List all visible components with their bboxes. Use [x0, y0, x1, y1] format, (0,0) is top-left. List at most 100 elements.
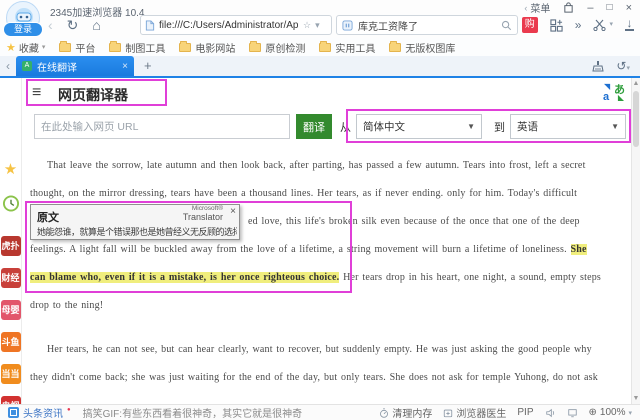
scissors-dropdown-icon: ▾	[609, 21, 613, 28]
page-title: 网页翻译器	[58, 87, 128, 103]
hamburger-menu-icon[interactable]: ≡	[32, 84, 41, 102]
page-file-icon	[145, 19, 155, 31]
scrollbar[interactable]: ▲ ▼	[631, 78, 640, 404]
bookmark-folder[interactable]: 原创检测	[249, 40, 305, 55]
fullscreen-monitor-icon[interactable]	[567, 408, 578, 418]
address-dropdown-icon[interactable]: ▾	[315, 20, 320, 31]
from-select-arrow-icon: ▼	[467, 122, 475, 131]
sidebar-site-tile[interactable]: 母婴	[0, 300, 21, 320]
tab-online-translate[interactable]: A 在线翻译 ×	[16, 56, 134, 76]
status-bar: 头条资讯 ● 搞笑GIF:有些东西看着很神奇，其实它就是很神奇 清理内存 浏览器…	[0, 404, 640, 420]
zoom-dropdown-icon: ▾	[628, 409, 632, 417]
favorites-button[interactable]: ★ 收藏 ▾	[6, 40, 45, 55]
more-tools-icon[interactable]: »	[575, 17, 582, 33]
address-bar[interactable]: file:///C:/Users/Administrator/AppData ☆…	[140, 15, 332, 35]
folder-icon	[319, 40, 332, 52]
back-button[interactable]: ‹	[48, 15, 53, 35]
content-line: can blame who, even if it is a mistake, …	[30, 272, 602, 283]
apps-grid-icon[interactable]	[550, 18, 563, 32]
bookmark-star-icon[interactable]: ☆	[303, 20, 311, 31]
translate-button[interactable]: 翻译	[296, 114, 332, 139]
tooltip-close-icon[interactable]: ×	[230, 206, 236, 217]
to-label: 到	[494, 122, 505, 134]
bookmark-folder[interactable]: 电影网站	[179, 40, 235, 55]
content-line: That leave the sorrow, late autumn and t…	[47, 160, 586, 171]
bookmark-folder[interactable]: 平台	[59, 40, 95, 55]
speaker-icon[interactable]	[545, 408, 556, 418]
folder-icon	[109, 40, 122, 52]
from-label: 从	[340, 122, 351, 134]
refresh-button[interactable]: ↻	[67, 15, 79, 35]
content-line: Her tears, he can not see, but can hear …	[47, 344, 592, 355]
maximize-button[interactable]: □	[607, 2, 613, 13]
folder-icon	[389, 40, 402, 52]
stopwatch-icon	[379, 407, 389, 418]
theme-bag-icon[interactable]	[563, 2, 574, 13]
sidebar-site-tile[interactable]: 斗鱼	[0, 332, 21, 352]
toutiao-icon	[8, 407, 19, 418]
tab-favicon: A	[22, 61, 32, 71]
login-button[interactable]: 登录	[3, 22, 43, 37]
tab-bar: ‹ A 在线翻译 × + ↺▾	[0, 56, 640, 78]
tab-close-icon[interactable]: ×	[122, 61, 128, 72]
clean-memory-button[interactable]: 清理内存	[379, 405, 432, 420]
browser-window: 登录 2345加速浏览器 10.4 ‹ 菜单 – □ × ‹ ↻ ⌂ file:…	[0, 0, 640, 420]
download-icon[interactable]: ↓	[625, 18, 634, 31]
browser-titlebar: 登录 2345加速浏览器 10.4 ‹ 菜单 – □ × ‹ ↻ ⌂ file:…	[0, 0, 640, 38]
undo-dropdown-icon: ▾	[626, 65, 630, 72]
folder-icon	[59, 40, 72, 52]
tab-scroll-left-icon[interactable]: ‹	[6, 59, 10, 73]
zoom-icon: ⊕	[588, 407, 597, 418]
home-button[interactable]: ⌂	[92, 15, 100, 35]
chevron-left-icon: ‹	[524, 2, 528, 13]
sidebar-history-clock-icon[interactable]	[2, 195, 19, 212]
sidebar-favorite-star-icon[interactable]: ★	[4, 160, 17, 178]
clear-traces-icon[interactable]	[592, 60, 605, 72]
page-main: ≡ 网页翻译器 ◥ あ a ◣ 翻译 从 简体中文 ▼ 到 英语 ▼ That …	[22, 78, 631, 404]
to-select-arrow-icon: ▼	[611, 122, 619, 131]
tooltip-body: 她能怨谁，就算是个错误那也是她曾经义无反顾的选择。	[37, 227, 237, 237]
scroll-up-icon[interactable]: ▲	[632, 80, 640, 87]
url-input[interactable]	[34, 114, 290, 139]
content-line: feelings. A light fall will be buckled a…	[30, 244, 587, 255]
sidebar-site-tile[interactable]: 财经	[0, 268, 21, 288]
microsoft-translator-logo: Microsoft® Translator	[182, 205, 223, 222]
medical-cross-icon	[443, 408, 453, 418]
to-language-select[interactable]: 英语 ▼	[510, 114, 626, 139]
close-button[interactable]: ×	[626, 2, 632, 14]
bookmark-folder[interactable]: 实用工具	[319, 40, 375, 55]
zoom-control[interactable]: ⊕ 100% ▾	[589, 407, 632, 418]
content-line: they didn't come back; she was just wait…	[30, 372, 598, 383]
sidebar-site-tile[interactable]: 虎扑	[0, 236, 21, 256]
undo-closed-tab-icon[interactable]: ↺▾	[616, 59, 630, 73]
translated-text: That leave the sorrow, late autumn and t…	[30, 152, 625, 392]
hot-topic-icon	[342, 19, 353, 31]
screenshot-scissors-icon[interactable]: ▾	[593, 17, 613, 33]
minimize-button[interactable]: –	[587, 2, 593, 14]
folder-icon	[179, 40, 192, 52]
source-text-tooltip: 原文 Microsoft® Translator × 她能怨谁，就算是个错误那也…	[30, 204, 240, 240]
menu-button[interactable]: ‹ 菜单	[524, 0, 550, 16]
shopping-badge[interactable]: 购	[521, 17, 538, 33]
favorites-star-icon: ★	[6, 41, 16, 54]
bookmark-folder[interactable]: 制图工具	[109, 40, 165, 55]
page-content: ★ 虎扑 财经 母婴 斗鱼 当当 央视 豆瓣	[0, 78, 640, 416]
search-icon[interactable]	[501, 20, 512, 31]
pip-button[interactable]: PIP	[517, 407, 533, 418]
address-url: file:///C:/Users/Administrator/AppData	[159, 19, 299, 31]
notification-dot: ●	[67, 406, 71, 413]
search-input[interactable]	[358, 19, 496, 31]
scroll-down-icon[interactable]: ▼	[632, 395, 640, 402]
content-line: drop to the ning!	[30, 300, 104, 311]
scrollbar-thumb[interactable]	[633, 91, 639, 147]
from-language-select[interactable]: 简体中文 ▼	[356, 114, 482, 139]
browser-doctor-button[interactable]: 浏览器医生	[443, 405, 506, 420]
search-box[interactable]	[336, 15, 518, 35]
translate-icon: ◥ あ a ◣	[603, 82, 625, 103]
news-feed-button[interactable]: 头条资讯 ● 搞笑GIF:有些东西看着很神奇，其实它就是很神奇	[8, 405, 302, 420]
tooltip-title: 原文	[37, 212, 59, 224]
sidebar-site-tile[interactable]: 当当	[0, 364, 21, 384]
bookmark-folder[interactable]: 无版权图库	[389, 40, 455, 55]
bookmarks-bar: ★ 收藏 ▾ 平台 制图工具 电影网站 原创检测 实用工具 无版权图库	[0, 38, 640, 56]
new-tab-button[interactable]: +	[144, 58, 152, 73]
